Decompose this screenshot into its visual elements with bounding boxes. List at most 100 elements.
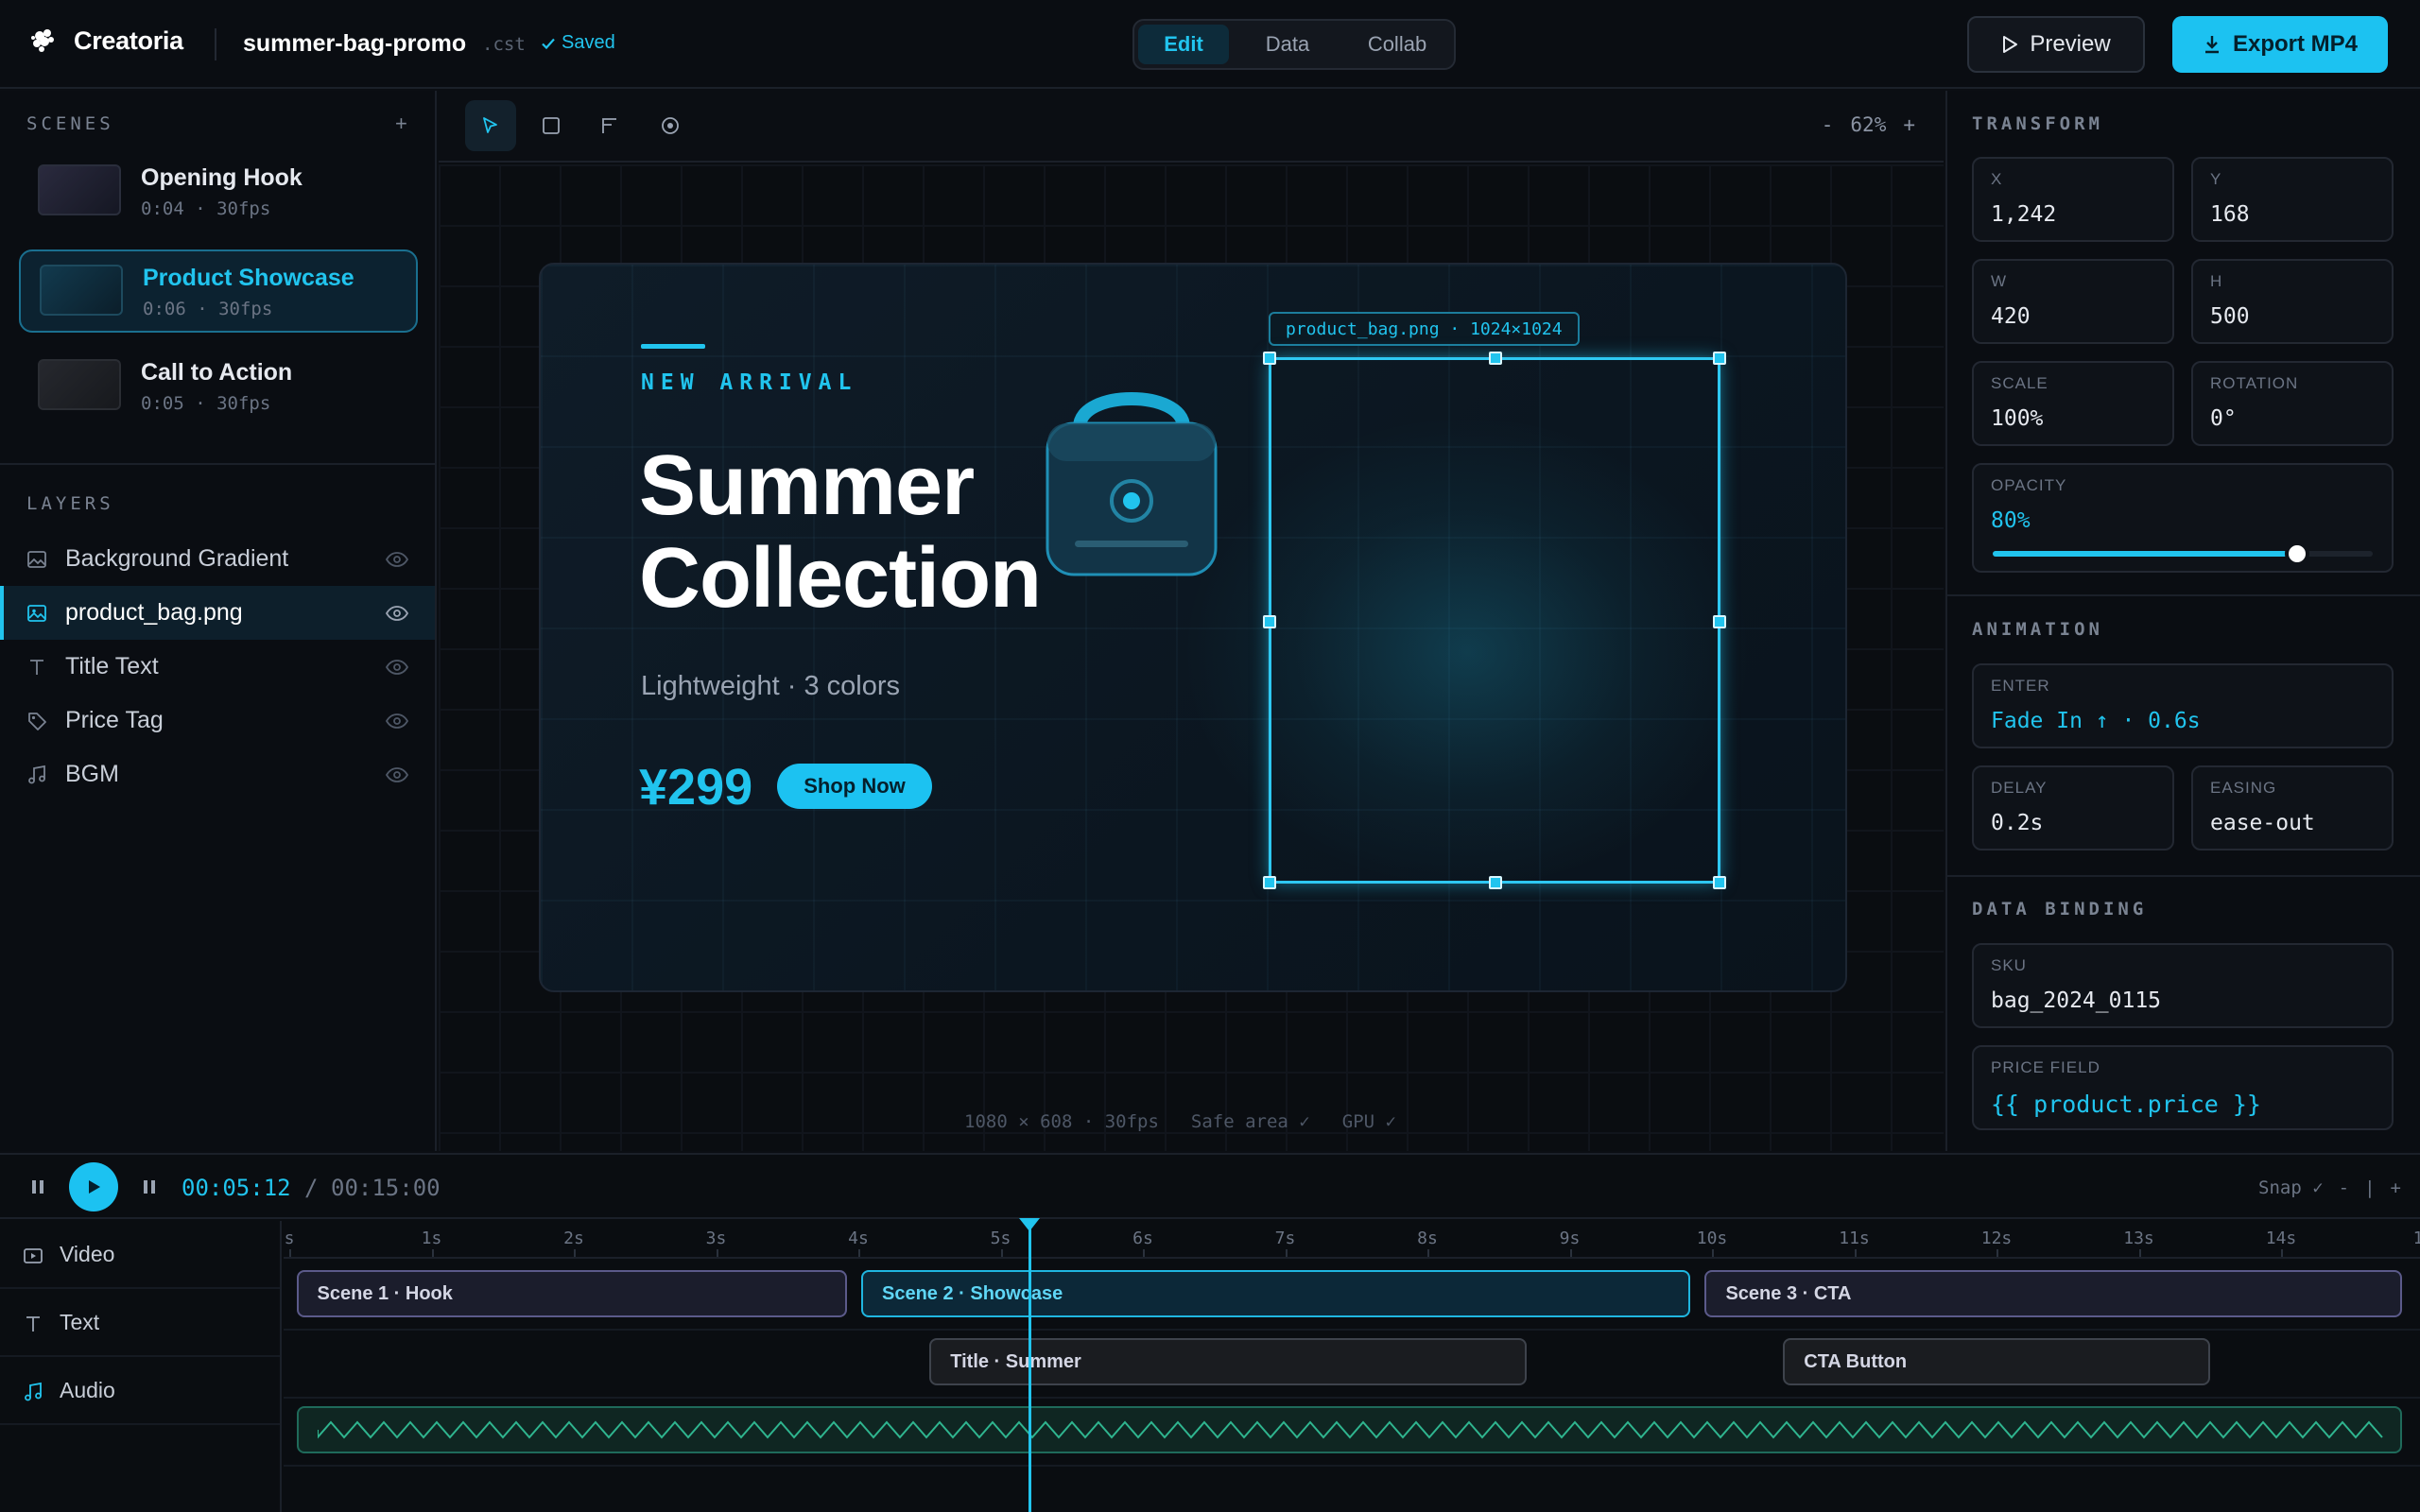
audio-clip[interactable] — [296, 1406, 2402, 1453]
opacity-slider[interactable] — [1993, 541, 2373, 566]
subline-text[interactable]: Lightweight · 3 colors — [641, 671, 900, 702]
add-scene-button[interactable]: + — [395, 112, 407, 136]
tab-collab[interactable]: Collab — [1344, 25, 1450, 64]
resize-handle-ne[interactable] — [1713, 352, 1726, 365]
layer-bgm[interactable]: BGM — [0, 747, 435, 801]
resize-handle-sw[interactable] — [1263, 876, 1276, 889]
divider — [0, 463, 435, 465]
ruler-tick-label: 2s — [563, 1228, 584, 1248]
height-field[interactable]: H 500 — [2191, 259, 2394, 344]
enter-label: ENTER — [1991, 677, 2050, 695]
text-icon — [30, 660, 43, 675]
export-button[interactable]: Export MP4 — [2172, 16, 2388, 73]
track-header-text[interactable]: Text — [0, 1289, 280, 1357]
text-clip[interactable]: Title · Summer — [929, 1338, 1528, 1385]
kicker-text[interactable]: NEW ARRIVAL — [641, 370, 857, 395]
resize-handle-n[interactable] — [1489, 352, 1502, 365]
eye-icon[interactable] — [386, 605, 408, 622]
play-icon — [2003, 36, 2018, 53]
scene-item-call-to-action[interactable]: Call to Action 0:05 · 30fps — [19, 346, 418, 429]
eye-icon[interactable] — [386, 551, 408, 568]
resize-handle-w[interactable] — [1263, 615, 1276, 628]
document-name[interactable]: summer-bag-promo — [243, 30, 466, 58]
top-bar: Creatoria summer-bag-promo .cst Saved Ed… — [0, 0, 2420, 89]
playhead[interactable] — [1028, 1220, 1031, 1512]
layer-price-tag[interactable]: Price Tag — [0, 694, 435, 747]
easing-field[interactable]: EASING ease-out — [2191, 765, 2394, 850]
price-text[interactable]: ¥299 — [639, 758, 752, 816]
timeline-zoom-in[interactable]: + — [2391, 1177, 2401, 1198]
pause-icon[interactable] — [28, 1177, 47, 1196]
tag-icon — [28, 713, 46, 730]
ruler-tick-mark — [1712, 1249, 1714, 1257]
transform-heading: TRANSFORM — [1972, 113, 2103, 134]
app-logo[interactable]: Creatoria — [30, 26, 183, 56]
track-header-audio[interactable]: Audio — [0, 1357, 280, 1425]
tab-edit[interactable]: Edit — [1138, 25, 1229, 64]
selection-box[interactable] — [1263, 352, 1726, 889]
delay-label: DELAY — [1991, 779, 2048, 797]
enter-animation-field[interactable]: ENTER Fade In ↑ · 0.6s — [1972, 663, 2394, 748]
select-tool[interactable] — [465, 100, 516, 151]
track-divider — [284, 1397, 2420, 1399]
video-clip[interactable]: Scene 3 · CTA — [1704, 1270, 2402, 1317]
eye-icon[interactable] — [386, 659, 408, 676]
video-clip[interactable]: Scene 1 · Hook — [296, 1270, 847, 1317]
rotation-field[interactable]: ROTATION 0° — [2191, 361, 2394, 446]
video-clip[interactable]: Scene 2 · Showcase — [861, 1270, 1691, 1317]
track-header-video[interactable]: Video — [0, 1221, 280, 1289]
current-time: 00:05:12 — [182, 1175, 291, 1201]
playhead-handle[interactable] — [1018, 1218, 1040, 1231]
scene-item-product-showcase[interactable]: Product Showcase 0:06 · 30fps — [19, 249, 418, 333]
zoom-level[interactable]: 62% — [1850, 113, 1886, 136]
total-time: 00:15:00 — [331, 1175, 441, 1201]
pause-icon[interactable] — [140, 1177, 159, 1196]
layer-background-gradient[interactable]: Background Gradient — [0, 532, 435, 586]
zoom-in-button[interactable]: + — [1903, 113, 1915, 136]
tab-data[interactable]: Data — [1240, 25, 1335, 64]
opacity-slider-knob[interactable] — [2284, 541, 2309, 566]
zoom-out-button[interactable]: - — [1822, 113, 1834, 136]
play-button[interactable] — [69, 1162, 118, 1211]
price-field[interactable]: PRICE FIELD {{ product.price }} — [1972, 1045, 2394, 1130]
text-clip[interactable]: CTA Button — [1783, 1338, 2210, 1385]
y-field[interactable]: Y 168 — [2191, 157, 2394, 242]
layer-name: Background Gradient — [65, 545, 289, 572]
text-frame-tool[interactable] — [584, 100, 635, 151]
resize-handle-e[interactable] — [1713, 615, 1726, 628]
canvas-area: - 62% + NEW ARRIVAL Summer Collection Li… — [439, 91, 1944, 1151]
resize-handle-s[interactable] — [1489, 876, 1502, 889]
target-tool[interactable] — [645, 100, 696, 151]
bag-illustration — [1046, 392, 1218, 576]
headline-line-2: Collection — [639, 531, 1042, 626]
selection-label: product_bag.png · 1024×1024 — [1269, 312, 1580, 346]
sku-field[interactable]: SKU bag_2024_0115 — [1972, 943, 2394, 1028]
scene-meta: 0:06 · 30fps — [143, 299, 273, 319]
rectangle-tool[interactable] — [526, 100, 577, 151]
width-field[interactable]: W 420 — [1972, 259, 2174, 344]
check-icon — [542, 38, 555, 49]
layer-title-text[interactable]: Title Text — [0, 640, 435, 694]
eye-icon[interactable] — [386, 713, 408, 730]
timeline-zoom-bar[interactable]: | — [2364, 1177, 2375, 1198]
resize-handle-nw[interactable] — [1263, 352, 1276, 365]
scale-label: SCALE — [1991, 374, 2048, 392]
scale-field[interactable]: SCALE 100% — [1972, 361, 2174, 446]
x-field[interactable]: X 1,242 — [1972, 157, 2174, 242]
resize-handle-se[interactable] — [1713, 876, 1726, 889]
snap-toggle[interactable]: Snap ✓ — [2258, 1177, 2324, 1198]
eye-icon[interactable] — [386, 766, 408, 783]
timeline: 00:05:12 / 00:15:00 Snap ✓ - | + Video T… — [0, 1153, 2420, 1512]
download-icon — [2204, 36, 2219, 54]
preview-button[interactable]: Preview — [1967, 16, 2145, 73]
delay-field[interactable]: DELAY 0.2s — [1972, 765, 2174, 850]
headline[interactable]: Summer Collection — [639, 439, 1042, 626]
scene-name: Opening Hook — [141, 164, 302, 191]
width-value: 420 — [1991, 304, 2031, 329]
divider — [215, 28, 216, 60]
timeline-zoom-out[interactable]: - — [2339, 1177, 2349, 1198]
layer-product-bag[interactable]: product_bag.png — [0, 586, 435, 640]
time-ruler[interactable]: s 1s 2s 3s 4s 5s 6s 7s 8s 9s 10s 11s 12s 13s 14s 15 — [284, 1221, 2420, 1259]
scene-item-opening-hook[interactable]: Opening Hook 0:04 · 30fps — [19, 151, 418, 234]
shop-now-button[interactable]: Shop Now — [777, 764, 932, 809]
